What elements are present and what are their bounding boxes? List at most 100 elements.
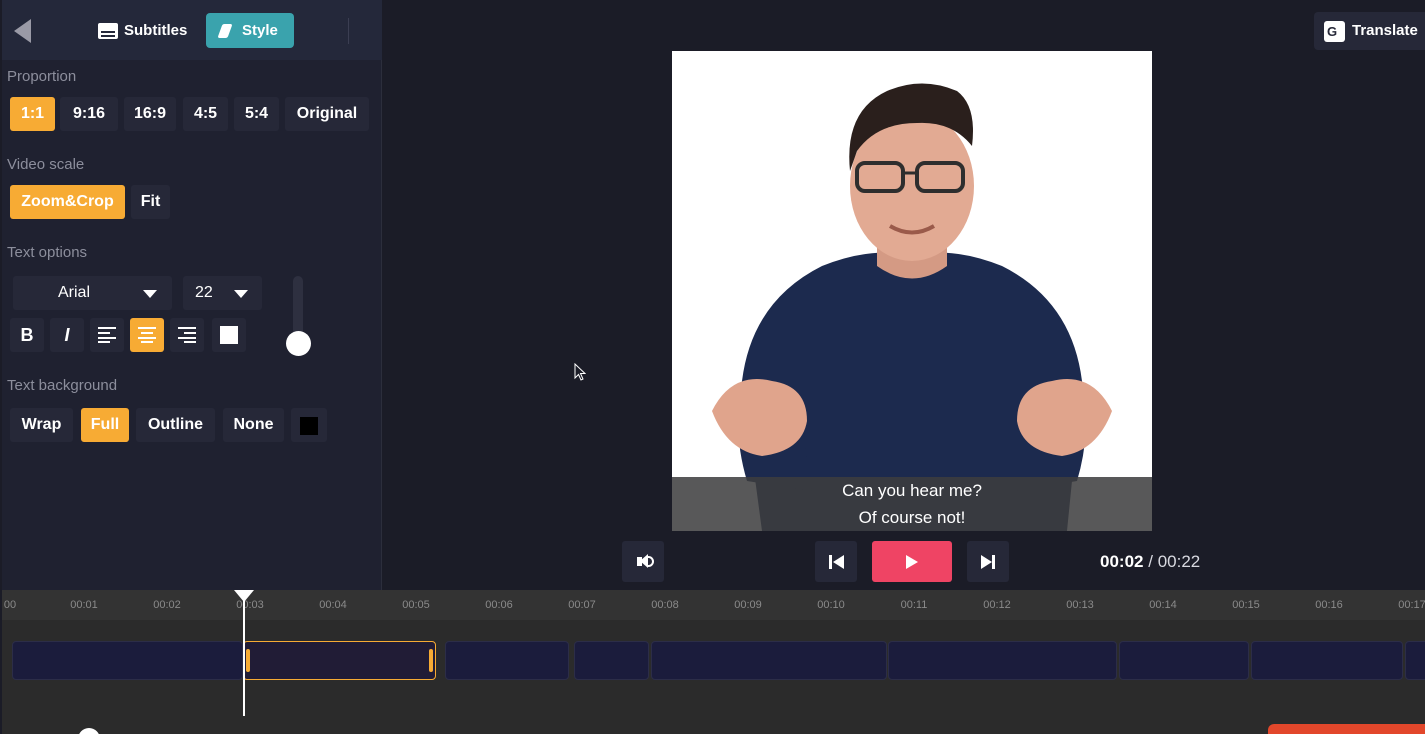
timeline-tick: 00:10: [817, 599, 845, 611]
translate-icon: [1324, 13, 1345, 51]
timeline-tick: 00:11: [900, 599, 928, 611]
next-button[interactable]: [967, 541, 1009, 582]
zoom-crop-button[interactable]: Zoom&Crop: [10, 185, 125, 219]
proportion-1-1-button[interactable]: 1:1: [10, 97, 55, 131]
timeline-tick: 00:07: [568, 599, 596, 611]
volume-button[interactable]: [622, 541, 664, 582]
previous-button[interactable]: [815, 541, 857, 582]
style-panel: Subtitles Style Proportion 1:1 9:16 16:9…: [2, 0, 382, 590]
font-size-select[interactable]: 22: [183, 276, 262, 310]
opacity-slider-knob[interactable]: [286, 331, 311, 356]
text-background-label: Text background: [7, 377, 118, 394]
current-time: 00:02: [1100, 552, 1144, 571]
play-icon: [906, 555, 918, 569]
align-center-icon: [138, 327, 156, 343]
video-frame: [672, 51, 1152, 531]
align-right-button[interactable]: [170, 318, 204, 352]
subtitle-clip-selected[interactable]: [243, 641, 436, 680]
tab-style-label: Style: [242, 22, 278, 39]
play-button[interactable]: [872, 541, 952, 582]
text-color-button[interactable]: [212, 318, 246, 352]
subtitles-icon: [98, 22, 118, 39]
clip-start-handle[interactable]: [246, 649, 250, 672]
time-separator: /: [1148, 552, 1153, 571]
subtitle-clip[interactable]: [1405, 641, 1425, 680]
background-color-swatch: [300, 417, 318, 435]
export-button[interactable]: [1268, 724, 1425, 734]
skip-back-icon-arrow: [833, 555, 844, 569]
total-time: 00:22: [1157, 552, 1201, 571]
align-center-button[interactable]: [130, 318, 164, 352]
full-button[interactable]: Full: [81, 408, 129, 442]
timeline-tick: 00:04: [319, 599, 347, 611]
background-color-button[interactable]: [291, 408, 327, 442]
subtitle-clip[interactable]: [1251, 641, 1403, 680]
tab-style[interactable]: Style: [206, 13, 294, 48]
proportion-4-5-button[interactable]: 4:5: [183, 97, 228, 131]
back-arrow-icon[interactable]: [14, 19, 31, 43]
chevron-down-icon: [143, 290, 157, 298]
tab-subtitles[interactable]: Subtitles: [88, 13, 203, 48]
font-size-value: 22: [195, 284, 213, 301]
skip-forward-icon: [981, 555, 992, 569]
subtitle-line-2: Of course not!: [858, 508, 966, 527]
video-preview[interactable]: Can you hear me? Of course not!: [672, 51, 1152, 531]
header-divider: [348, 18, 349, 44]
subtitle-clip[interactable]: [888, 641, 1117, 680]
font-select-value: Arial: [58, 284, 91, 301]
skip-back-icon: [829, 555, 832, 569]
timeline-tick: 00:14: [1149, 599, 1177, 611]
timeline-tick: 00:16: [1315, 599, 1343, 611]
proportion-5-4-button[interactable]: 5:4: [234, 97, 279, 131]
subtitle-clip[interactable]: [1119, 641, 1249, 680]
proportion-original-button[interactable]: Original: [285, 97, 369, 131]
subtitle-overlay: Can you hear me? Of course not!: [672, 477, 1152, 531]
timeline-tick: 00:09: [734, 599, 762, 611]
subtitle-clip[interactable]: [12, 641, 243, 680]
timeline-tick: 00:05: [402, 599, 430, 611]
playhead-marker[interactable]: [234, 590, 254, 602]
translate-button[interactable]: Translate: [1314, 12, 1425, 51]
zoom-slider-knob[interactable]: [78, 728, 100, 734]
time-display: 00:02 / 00:22: [1100, 552, 1200, 572]
volume-icon-wave: [648, 556, 654, 567]
subtitle-clip[interactable]: [445, 641, 569, 680]
mouse-cursor-icon: [574, 363, 586, 381]
none-button[interactable]: None: [223, 408, 284, 442]
style-icon: [216, 23, 236, 39]
timeline-tick: 00:13: [1066, 599, 1094, 611]
italic-button[interactable]: I: [50, 318, 84, 352]
subtitle-clip[interactable]: [574, 641, 649, 680]
subtitle-clip[interactable]: [651, 641, 887, 680]
timeline-tick: 00:12: [983, 599, 1011, 611]
panel-header: Subtitles Style: [2, 0, 382, 60]
timeline-tick: 00:06: [485, 599, 513, 611]
timeline-tick: 00:01: [70, 599, 98, 611]
proportion-16-9-button[interactable]: 16:9: [124, 97, 176, 131]
bold-button[interactable]: B: [10, 318, 44, 352]
subtitle-line-1: Can you hear me?: [842, 481, 982, 500]
outline-button[interactable]: Outline: [136, 408, 215, 442]
proportion-label: Proportion: [7, 68, 77, 85]
timeline-ruler[interactable]: 00 00:01 00:02 00:03 00:04 00:05 00:06 0…: [2, 590, 1425, 620]
timeline[interactable]: 00 00:01 00:02 00:03 00:04 00:05 00:06 0…: [2, 590, 1425, 734]
skip-forward-icon-bar: [992, 555, 995, 569]
text-options-label: Text options: [7, 244, 88, 261]
translate-label: Translate: [1352, 22, 1418, 39]
font-select[interactable]: Arial: [13, 276, 172, 310]
fit-button[interactable]: Fit: [131, 185, 170, 219]
video-scale-label: Video scale: [7, 156, 85, 173]
chevron-down-icon: [234, 290, 248, 298]
playhead[interactable]: [243, 598, 245, 716]
timeline-tick: 00:15: [1232, 599, 1260, 611]
timeline-tick: 00:08: [651, 599, 679, 611]
wrap-button[interactable]: Wrap: [10, 408, 73, 442]
timeline-tick: 00:17: [1398, 599, 1425, 611]
timeline-tick: 00:02: [153, 599, 181, 611]
align-left-button[interactable]: [90, 318, 124, 352]
align-left-icon: [98, 327, 116, 343]
timeline-tick: 00: [3, 599, 17, 611]
proportion-9-16-button[interactable]: 9:16: [60, 97, 118, 131]
clip-end-handle[interactable]: [429, 649, 433, 672]
tab-subtitles-label: Subtitles: [124, 22, 188, 39]
